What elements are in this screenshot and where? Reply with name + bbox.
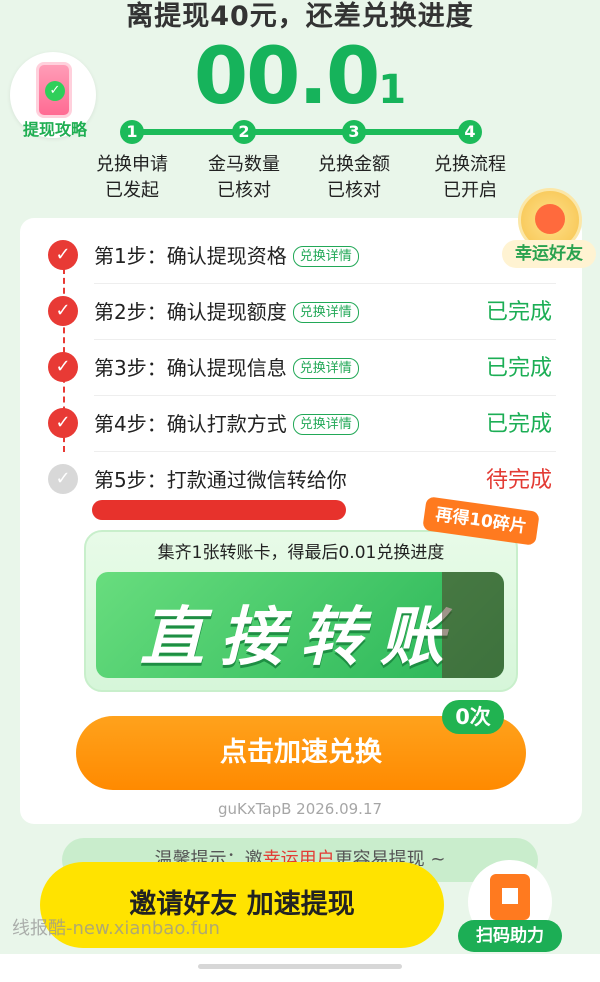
detail-button[interactable]: 兑换详情 xyxy=(292,414,359,435)
lucky-friend-label: 幸运好友 xyxy=(502,240,596,268)
checklist-label-text: 第3步：确认提现信息 xyxy=(94,356,287,380)
home-indicator[interactable] xyxy=(198,964,402,969)
code-timestamp: guKxTapB 2026.09.17 xyxy=(217,800,383,818)
progress-line xyxy=(132,129,472,135)
step-dot-3: 3 xyxy=(342,120,366,144)
qr-code-icon xyxy=(490,874,530,920)
guide-label: 提现攻略 xyxy=(22,120,87,139)
step-label-3-line1: 兑换金额 xyxy=(318,154,390,175)
status-text: 已完成 xyxy=(485,356,552,381)
step-label-3-line2: 已核对 xyxy=(327,180,381,201)
status-text: 已完成 xyxy=(485,300,552,325)
scan-help-button[interactable]: 扫码助力 xyxy=(458,860,566,954)
progress-bar xyxy=(92,500,346,520)
withdraw-guide-button[interactable]: ✓ 提现攻略 xyxy=(10,52,96,139)
check-icon: ✓ xyxy=(48,296,78,326)
step-label-1: 兑换申请 已发起 xyxy=(77,152,187,204)
checklist-label: 第2步：确认提现额度 兑换详情 xyxy=(94,296,359,325)
checklist-label-text: 第2步：确认提现额度 xyxy=(94,300,287,324)
scan-label: 扫码助力 xyxy=(458,920,562,952)
page-title: 离提现40元，还差兑换进度 xyxy=(126,1,474,32)
checklist-label-text: 第4步：确认打款方式 xyxy=(94,412,287,436)
direct-transfer-banner[interactable]: 直接转账 xyxy=(96,572,504,678)
checklist-row-3: ✓ 第3步：确认提现信息 兑换详情 已完成 xyxy=(20,340,556,396)
detail-button[interactable]: 兑换详情 xyxy=(292,246,359,267)
step-label-2-line2: 已核对 xyxy=(217,180,271,201)
transfer-caption: 集齐1张转账卡，得最后0.01兑换进度 xyxy=(157,543,445,563)
checklist-label: 第4步：确认打款方式 兑换详情 xyxy=(94,408,359,437)
checklist-row-4: ✓ 第4步：确认打款方式 兑换详情 已完成 xyxy=(20,396,556,452)
detail-button[interactable]: 兑换详情 xyxy=(292,302,359,323)
qr-inner xyxy=(498,884,522,908)
step-label-3: 兑换金额 已核对 xyxy=(299,152,409,204)
status-text: 已完成 xyxy=(485,412,552,437)
step-dot-1: 1 xyxy=(120,120,144,144)
checklist-label-text: 第1步：确认提现资格 xyxy=(94,244,287,268)
wechat-phone-icon: ✓ xyxy=(36,62,72,118)
status-text: 待完成 xyxy=(485,468,552,493)
checklist-row-2: ✓ 第2步：确认提现额度 兑换详情 已完成 xyxy=(20,284,556,340)
watermark: 线报酷-new.xianbao.fun xyxy=(12,918,220,939)
step-dot-4: 4 xyxy=(458,120,482,144)
checklist-label: 第5步：打款通过微信转给你 xyxy=(94,468,347,492)
avatar-icon xyxy=(535,204,565,234)
checklist-row-1: ✓ 第1步：确认提现资格兑换详情 已 xyxy=(20,228,556,284)
check-icon: ✓ xyxy=(48,240,78,270)
check-icon: ✓ xyxy=(48,352,78,382)
detail-button[interactable]: 兑换详情 xyxy=(292,358,359,379)
banner-shade xyxy=(442,572,504,678)
step-label-2: 金马数量 已核对 xyxy=(189,152,299,204)
checklist-label: 第3步：确认提现信息 兑换详情 xyxy=(94,352,359,381)
step-label-4-line1: 兑换流程 xyxy=(434,154,506,175)
check-icon: ✓ xyxy=(45,81,65,101)
step-dot-2: 2 xyxy=(232,120,256,144)
amount-main: 00.0 xyxy=(193,32,380,122)
step-label-2-line1: 金马数量 xyxy=(208,154,280,175)
step-label-1-line1: 兑换申请 xyxy=(96,154,168,175)
check-pending-icon: ✓ xyxy=(48,464,78,494)
amount-small: 1 xyxy=(378,67,407,113)
checklist-label: 第1步：确认提现资格 兑换详情 xyxy=(94,240,359,269)
lucky-friend-badge[interactable]: 幸运好友 xyxy=(502,188,596,268)
step-label-1-line2: 已发起 xyxy=(105,180,159,201)
check-icon: ✓ xyxy=(48,408,78,438)
count-badge: 0次 xyxy=(442,700,504,734)
